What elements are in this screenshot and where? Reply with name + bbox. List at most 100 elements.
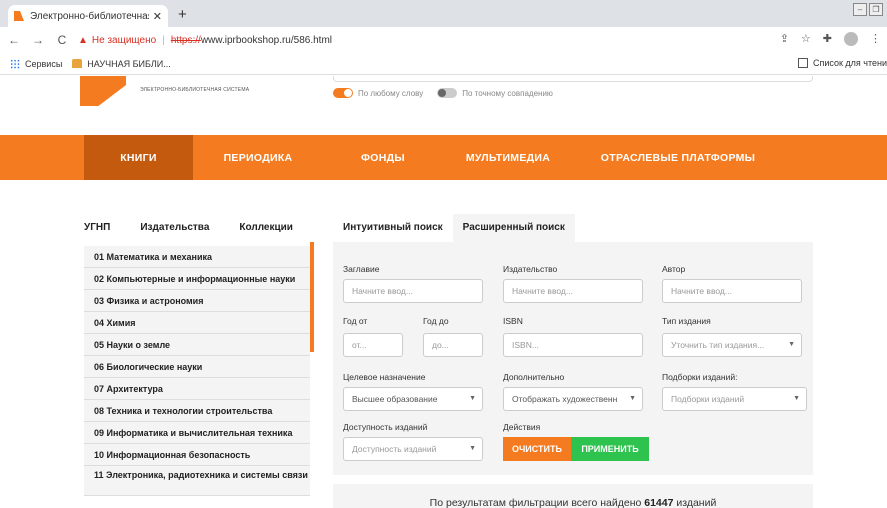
list-item[interactable]: 09 Информатика и вычислительная техника xyxy=(84,422,310,444)
results-suffix: изданий xyxy=(676,497,717,508)
results-summary: По результатам фильтрации всего найдено … xyxy=(333,484,813,508)
list-item[interactable]: 01 Математика и механика xyxy=(84,246,310,268)
purpose-value: Высшее образование xyxy=(352,394,438,404)
bookmarks-bar: Сервисы НАУЧНАЯ БИБЛИ... Список для чтен… xyxy=(0,53,887,75)
url-protocol: https:// xyxy=(170,34,201,46)
title-input[interactable]: Начните ввод... xyxy=(343,279,483,303)
page-content: ЭЛЕКТРОННО-БИБЛИОТЕЧНАЯ СИСТЕМА По любом… xyxy=(0,76,887,508)
filter-panel: Заглавие Начните ввод... Издательство На… xyxy=(333,242,813,475)
address-bar[interactable]: ▲ Не защищено | https:// www.iprbookshop… xyxy=(78,29,332,51)
pubtype-label: Тип издания xyxy=(662,316,711,326)
list-item[interactable]: 05 Науки о земле xyxy=(84,334,310,356)
toggle-any-word-label: По любому слову xyxy=(358,88,424,98)
extensions-puzzle-icon[interactable]: ✚ xyxy=(823,32,832,46)
apply-button[interactable]: ПРИМЕНИТЬ xyxy=(571,437,649,461)
tab-publishers[interactable]: Издательства xyxy=(125,218,224,238)
reading-list-icon xyxy=(797,58,808,68)
collections-placeholder: Подборки изданий xyxy=(671,394,745,404)
list-item[interactable]: 06 Биологические науки xyxy=(84,356,310,378)
collections-label: Подборки изданий: xyxy=(662,372,738,382)
tab-intuitive-search[interactable]: Интуитивный поиск xyxy=(333,214,453,242)
clear-button[interactable]: ОЧИСТИТЬ xyxy=(503,437,571,461)
security-status[interactable]: Не защищено xyxy=(92,35,156,46)
chevron-down-icon: ▼ xyxy=(788,341,795,348)
minimize-icon[interactable]: – xyxy=(853,3,867,16)
year-from-input[interactable]: от... xyxy=(343,333,403,357)
category-scrollbar[interactable] xyxy=(310,242,314,352)
chevron-down-icon: ▼ xyxy=(793,395,800,402)
tab-advanced-search[interactable]: Расширенный поиск xyxy=(452,214,575,242)
browser-toolbar: ← → C ▲ Не защищено | https:// www.iprbo… xyxy=(0,27,887,53)
browser-tab[interactable]: Электронно-библиотечная сист ✕ xyxy=(8,5,168,27)
apps-grid-icon xyxy=(10,58,20,69)
list-item[interactable]: 10 Информационная безопасность xyxy=(84,444,310,466)
forward-button[interactable]: → xyxy=(28,33,48,47)
toggle-exact-match[interactable] xyxy=(437,88,458,98)
site-favicon-icon xyxy=(14,11,24,21)
nav-multimedia[interactable]: МУЛЬТИМЕДИА xyxy=(443,135,573,180)
chevron-down-icon: ▼ xyxy=(469,395,476,402)
list-item[interactable]: 07 Архитектура xyxy=(84,378,310,400)
availability-label: Доступность изданий xyxy=(343,422,428,432)
new-tab-button[interactable]: + xyxy=(178,6,187,23)
year-to-input[interactable]: до... xyxy=(423,333,483,357)
bookmark-services[interactable]: Сервисы xyxy=(10,58,62,69)
title-label: Заглавие xyxy=(343,264,380,274)
availability-placeholder: Доступность изданий xyxy=(352,444,437,454)
search-mode-toggles: По любому слову По точному совпадению xyxy=(333,88,567,98)
results-prefix: По результатам фильтрации всего найдено xyxy=(429,497,642,508)
tab-title: Электронно-библиотечная сист xyxy=(30,10,149,22)
collections-select[interactable]: Подборки изданий ▼ xyxy=(662,387,807,411)
year-to-label: Год до xyxy=(423,316,449,326)
list-item[interactable]: 03 Физика и астрономия xyxy=(84,290,310,312)
nav-periodicals[interactable]: ПЕРИОДИКА xyxy=(193,135,323,180)
extra-value: Отображать художественн xyxy=(512,394,618,404)
extra-select[interactable]: Отображать художественн ▼ xyxy=(503,387,643,411)
nav-books[interactable]: КНИГИ xyxy=(84,135,193,180)
isbn-input[interactable]: ISBN... xyxy=(503,333,643,357)
site-logo-icon[interactable] xyxy=(80,76,126,106)
author-input[interactable]: Начните ввод... xyxy=(662,279,802,303)
search-input[interactable] xyxy=(333,76,813,82)
library-icon xyxy=(72,59,83,68)
back-button[interactable]: ← xyxy=(4,33,24,47)
category-list: 01 Математика и механика 02 Компьютерные… xyxy=(84,246,310,496)
publisher-label: Издательство xyxy=(503,264,558,274)
list-item[interactable]: 08 Техника и технологии строительства xyxy=(84,400,310,422)
warning-icon: ▲ xyxy=(78,34,88,46)
menu-dots-icon[interactable]: ⋮ xyxy=(870,32,881,46)
nav-industry-platforms[interactable]: ОТРАСЛЕВЫЕ ПЛАТФОРМЫ xyxy=(573,135,783,180)
chevron-down-icon: ▼ xyxy=(469,445,476,452)
logo-subtitle: ЭЛЕКТРОННО-БИБЛИОТЕЧНАЯ СИСТЕМА xyxy=(140,87,250,93)
tab-ugnp[interactable]: УГНП xyxy=(84,218,125,238)
profile-avatar-icon[interactable] xyxy=(844,32,858,46)
author-label: Автор xyxy=(662,264,686,274)
availability-select[interactable]: Доступность изданий ▼ xyxy=(343,437,483,461)
bookmark-library[interactable]: НАУЧНАЯ БИБЛИ... xyxy=(72,58,171,69)
star-bookmark-icon[interactable]: ☆ xyxy=(801,32,811,46)
nav-funds[interactable]: ФОНДЫ xyxy=(323,135,443,180)
publisher-input[interactable]: Начните ввод... xyxy=(503,279,643,303)
actions-label: Действия xyxy=(503,422,541,432)
isbn-label: ISBN xyxy=(503,316,523,326)
catalog-tabs: УГНП Издательства Коллекции xyxy=(84,218,308,238)
toggle-any-word[interactable] xyxy=(333,88,353,98)
list-item[interactable]: 02 Компьютерные и информационные науки xyxy=(84,268,310,290)
bookmark-label: НАУЧНАЯ БИБЛИ... xyxy=(87,58,171,69)
share-icon[interactable]: ⇪ xyxy=(780,32,789,46)
restore-icon[interactable]: ❐ xyxy=(869,3,883,16)
toggle-exact-match-label: По точному совпадению xyxy=(462,88,553,98)
pubtype-placeholder: Уточнить тип издания... xyxy=(671,340,765,350)
purpose-select[interactable]: Высшее образование ▼ xyxy=(343,387,483,411)
pubtype-select[interactable]: Уточнить тип издания... ▼ xyxy=(662,333,802,357)
tab-collections[interactable]: Коллекции xyxy=(224,218,308,238)
reload-button[interactable]: C xyxy=(52,33,72,47)
search-tabs: Интуитивный поиск Расширенный поиск xyxy=(333,214,575,242)
list-item[interactable]: 04 Химия xyxy=(84,312,310,334)
reading-list[interactable]: Список для чтени xyxy=(797,58,887,68)
url-text: www.iprbookshop.ru/586.html xyxy=(200,34,333,46)
close-tab-icon[interactable]: ✕ xyxy=(153,10,162,23)
list-item[interactable]: 11 Электроника, радиотехника и системы с… xyxy=(84,466,310,496)
reading-list-label: Список для чтени xyxy=(812,58,887,68)
divider: | xyxy=(162,34,165,46)
